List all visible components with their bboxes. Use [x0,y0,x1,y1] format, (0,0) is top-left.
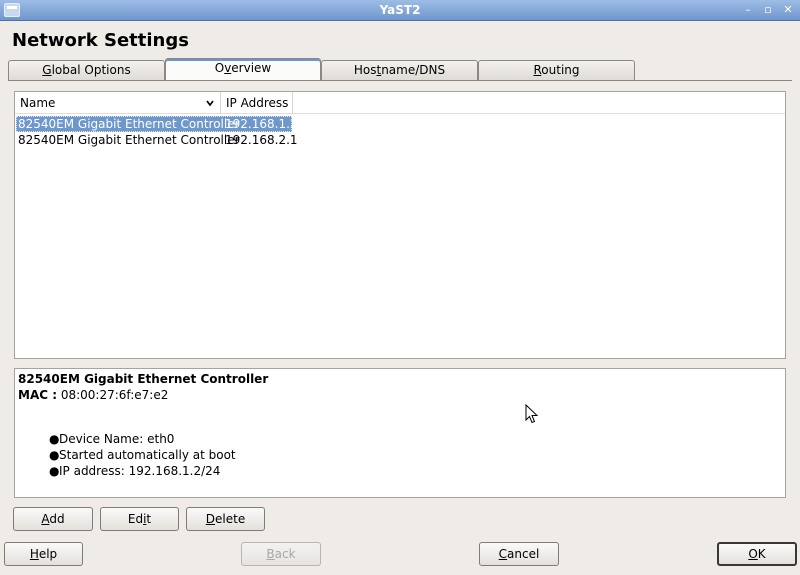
mac-value: 08:00:27:6f:e7:e2 [60,388,169,402]
list-item: ● Device Name: eth0 [49,432,175,446]
tab-bar: Global Options Overview Hostname/DNS Rou… [8,58,638,81]
help-button[interactable]: Help [4,542,83,566]
tab-label: Overview [214,61,272,75]
details-list: ● Device Name: eth0 ● Started automaticall… [49,431,236,479]
delete-button[interactable]: Delete [186,507,265,531]
chevron-down-icon[interactable] [206,99,214,107]
tab-label: Global Options [42,63,131,77]
tab-routing[interactable]: Routing [478,60,635,81]
bullet-icon: ● [49,464,60,478]
minimize-icon[interactable]: – [740,2,756,18]
add-button[interactable]: Add [13,507,93,531]
row-name: 82540EM Gigabit Ethernet Controller [18,133,240,147]
row-name: 82540EM Gigabit Ethernet Controller [18,117,240,131]
tab-hostname-dns[interactable]: Hostname/DNS [321,60,478,81]
details-title: 82540EM Gigabit Ethernet Controller [18,372,269,386]
details-mac: MAC : 08:00:27:6f:e7:e2 [18,388,168,402]
page-title: Network Settings [12,30,189,51]
tab-label: Hostname/DNS [353,63,446,77]
edit-button[interactable]: Edit [100,507,179,531]
cancel-button[interactable]: Cancel [479,542,559,566]
mouse-pointer-icon [525,404,539,424]
window-titlebar[interactable]: YaST2 – ▫ ✕ [0,0,800,21]
table-row[interactable]: 82540EM Gigabit Ethernet Controller 192.… [16,132,316,148]
maximize-icon[interactable]: ▫ [760,2,776,18]
row-ip-address: 192.168.2.1 [225,133,298,147]
list-item: ● IP address: 192.168.1.2/24 [49,464,221,478]
tab-global-options[interactable]: Global Options [8,60,165,81]
mac-label: MAC : [18,388,58,402]
window-title: YaST2 [379,3,421,17]
list-item: ● Started automatically at boot [49,448,236,462]
device-details-panel: 82540EM Gigabit Ethernet Controller MAC … [14,368,786,498]
column-header-name[interactable]: Name [15,92,221,114]
row-ip-address: 192.168.1.2 [225,117,298,131]
table-row[interactable]: 82540EM Gigabit Ethernet Controller 192.… [16,116,298,132]
back-button[interactable]: Back [241,542,321,566]
close-icon[interactable]: ✕ [780,2,796,18]
tab-label: Routing [533,63,580,77]
network-devices-table[interactable]: Name IP Address 82540EM Gigabit Ethernet… [14,91,786,359]
column-header-ip-address[interactable]: IP Address [221,92,293,114]
bullet-icon: ● [49,448,60,462]
bullet-icon: ● [49,432,60,446]
table-header: Name IP Address [15,92,785,114]
tab-overview[interactable]: Overview [165,58,321,81]
tab-divider [8,80,792,81]
window-controls: – ▫ ✕ [740,2,796,18]
ok-button[interactable]: OK [717,542,797,566]
